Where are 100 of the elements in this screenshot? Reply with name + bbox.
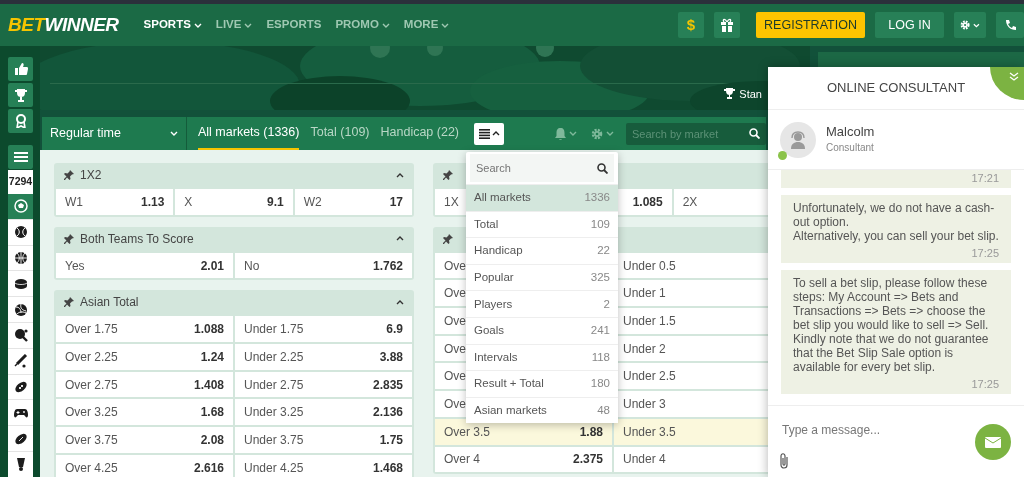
event-counter: 7294 [8, 170, 33, 194]
odds-cell[interactable]: Under 2.75 2.835 [235, 371, 412, 398]
market-title: 1X2 [80, 167, 102, 184]
paddle-icon [13, 328, 28, 343]
award-button[interactable] [8, 109, 33, 133]
gear-icon [591, 127, 603, 140]
sport-button[interactable] [8, 348, 33, 375]
gift-button[interactable] [714, 12, 740, 38]
message-text: Unfortunately, we do not have a cash-out option. Alternatively, you can sell your bet slip. [793, 201, 999, 243]
nav-link[interactable]: LIVE [208, 16, 260, 34]
menu-item[interactable]: Popular 325 [466, 263, 618, 291]
odds-cell[interactable]: Over 4 2.375 [435, 446, 612, 473]
sport-button[interactable] [8, 374, 33, 401]
phone-icon [1004, 19, 1016, 31]
odds-cell[interactable]: Over 4.25 2.616 [56, 454, 233, 477]
chat-title: ONLINE CONSULTANT [826, 79, 966, 98]
football-icon [13, 379, 28, 394]
chevron-up-icon [491, 131, 500, 136]
market-title: Both Teams To Score [80, 230, 194, 248]
odds-cell[interactable]: Over 1.75 1.088 [56, 316, 233, 343]
award-icon [13, 114, 28, 128]
registration-button[interactable]: REGISTRATION [756, 12, 865, 38]
market-title: Asian Total [80, 294, 139, 312]
bell-icon [555, 127, 566, 140]
search-icon [749, 128, 760, 139]
soccer-ball-icon [13, 199, 28, 214]
trophy-icon [13, 88, 28, 102]
logo[interactable]: BETWINNER [8, 10, 119, 40]
pin-icon[interactable] [64, 170, 74, 180]
menu-item[interactable]: Goals 241 [466, 316, 618, 344]
menu-button[interactable] [8, 145, 33, 169]
menu-item[interactable]: Intervals 118 [466, 343, 618, 371]
paperclip-icon[interactable] [780, 453, 789, 469]
headset-person-icon [788, 129, 808, 150]
sport-button[interactable] [8, 271, 33, 298]
menu-item[interactable]: Asian markets 48 [466, 396, 618, 424]
puck-icon [13, 276, 28, 291]
gear-icon [960, 19, 971, 31]
like-button[interactable] [8, 57, 33, 81]
sport-button[interactable] [8, 451, 33, 477]
nav-link[interactable]: SPORTS [136, 16, 209, 34]
sport-button[interactable] [8, 323, 33, 349]
odds-cell[interactable]: W2 17 [294, 189, 412, 215]
menu-item[interactable]: Total 109 [466, 210, 618, 238]
sport-button[interactable] [8, 245, 33, 272]
odds-cell[interactable]: Over 3.75 2.08 [56, 427, 233, 453]
sport-button[interactable] [8, 400, 33, 427]
settings-button[interactable] [954, 12, 986, 38]
trophy-button[interactable] [8, 83, 33, 107]
odds-cell[interactable]: Under 2.25 3.88 [235, 344, 412, 370]
search-icon [597, 162, 608, 174]
thumbs-up-icon [13, 62, 28, 76]
trophy-icon [724, 88, 736, 100]
chevron-down-icon [606, 131, 614, 136]
menu-item[interactable]: All markets 1336 [466, 184, 618, 211]
login-button[interactable]: LOG IN [875, 12, 944, 38]
pin-icon[interactable] [443, 170, 453, 180]
odds-cell[interactable]: Under 3.25 2.136 [235, 399, 412, 426]
odds-cell[interactable]: W1 1.13 [56, 189, 174, 215]
double-chevron-icon [1009, 72, 1019, 82]
market-tab[interactable]: Handicap (22) [380, 117, 459, 150]
odds-cell[interactable]: Under 4.25 1.468 [235, 454, 412, 477]
sport-button[interactable] [8, 297, 33, 323]
nav-link[interactable]: MORE [396, 16, 457, 34]
menu-item[interactable]: Result + Total 180 [466, 370, 618, 397]
pin-icon[interactable] [64, 233, 74, 244]
sport-button[interactable] [8, 219, 33, 246]
odds-cell[interactable]: Yes 2.01 [56, 252, 233, 279]
nav-link[interactable]: PROMO [328, 16, 397, 34]
chevron-down-icon [170, 131, 178, 136]
odds-cell[interactable]: Under 3.75 1.75 [235, 427, 412, 453]
gift-icon [720, 18, 734, 32]
message-text: To sell a bet slip, please follow these steps: My Account => Bets and Transactions => Bets => choose the bet slip you would like to sell => Sell. Kindly note that we do not guarantee that the Bet Slip Sale option is available for every bet slip. [793, 276, 990, 374]
market-list-button[interactable] [474, 122, 504, 145]
chevron-down-icon [973, 22, 980, 28]
pin-icon[interactable] [64, 297, 74, 308]
sport-button[interactable] [8, 426, 33, 452]
menu-item[interactable]: Players 2 [466, 290, 618, 317]
list-icon [478, 128, 490, 139]
pin-icon[interactable] [443, 233, 453, 244]
message-time: 17:21 [970, 172, 999, 184]
odds-cell[interactable]: Under 1.75 6.9 [235, 316, 412, 343]
agent-role: Consultant [826, 140, 875, 155]
odds-cell[interactable]: Over 2.25 1.24 [56, 344, 233, 370]
envelope-icon [985, 436, 1001, 448]
phone-button[interactable] [996, 12, 1024, 38]
nav-link[interactable]: ESPORTS [259, 16, 329, 34]
standings-link[interactable]: Stan [724, 85, 762, 102]
odds-cell[interactable]: X 9.1 [175, 189, 293, 215]
odds-cell[interactable]: Over 2.75 1.408 [56, 371, 233, 398]
bat-icon [13, 354, 28, 369]
ball-icon [13, 225, 28, 240]
menu-search-field[interactable]: Search [470, 154, 614, 182]
basketball-icon [13, 251, 28, 265]
menu-item[interactable]: Handicap 22 [466, 237, 618, 264]
message-time: 17:25 [970, 378, 999, 390]
odds-cell[interactable]: Over 3.25 1.68 [56, 399, 233, 426]
market-tab[interactable]: Total (109) [310, 117, 370, 150]
market-search-field[interactable]: Search by market [626, 122, 766, 145]
odds-cell[interactable]: No 1.762 [235, 252, 412, 279]
